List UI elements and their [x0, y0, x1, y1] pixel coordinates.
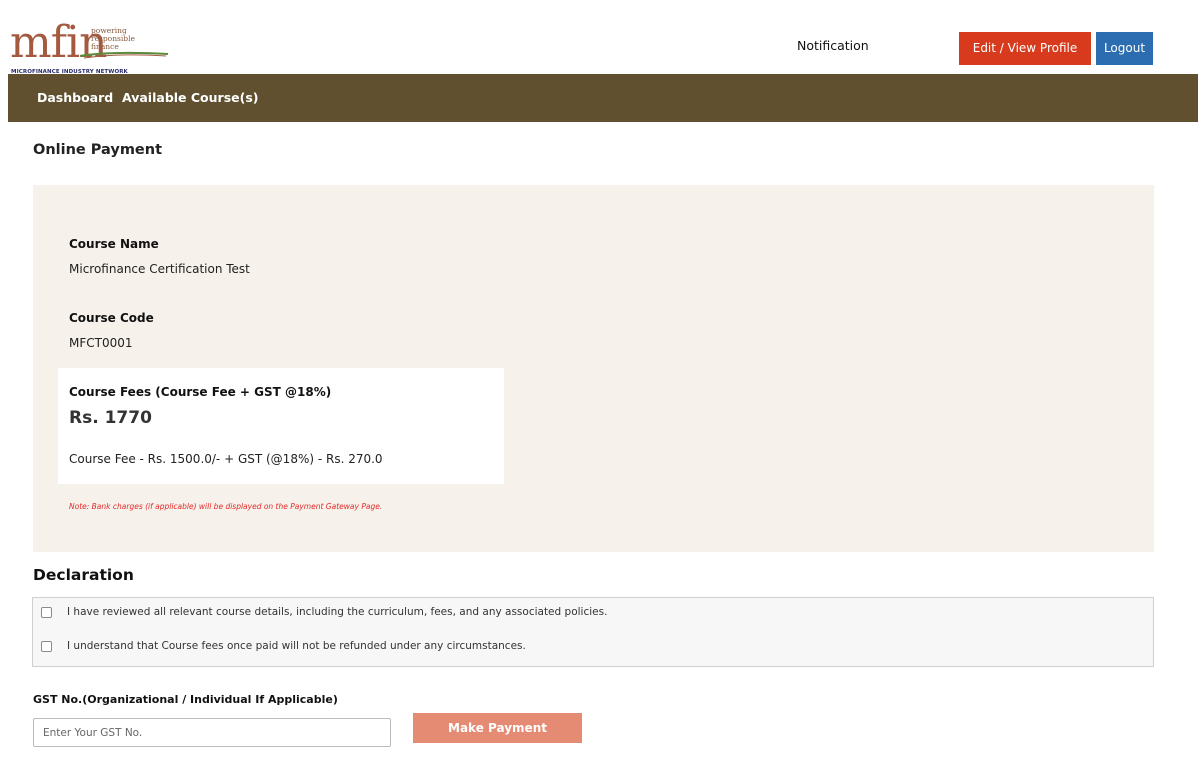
- declaration-text: I understand that Course fees once paid …: [67, 640, 526, 652]
- logo-swoosh-icon: [80, 51, 168, 59]
- course-fees-breakdown: Course Fee - Rs. 1500.0/- + GST (@18%) -…: [69, 452, 383, 466]
- logout-button[interactable]: Logout: [1096, 32, 1153, 65]
- nav-item-dashboard[interactable]: Dashboard: [37, 90, 113, 105]
- mfin-logo[interactable]: mfin powering responsible finance MICROF…: [10, 21, 180, 75]
- main-nav: Dashboard Available Course(s): [8, 74, 1198, 122]
- course-name-label: Course Name: [69, 237, 159, 251]
- course-fees-label: Course Fees (Course Fee + GST @18%): [69, 385, 332, 399]
- course-fees-amount: Rs. 1770: [69, 408, 152, 428]
- header: mfin powering responsible finance MICROF…: [8, 10, 1198, 75]
- gst-label: GST No.(Organizational / Individual If A…: [33, 693, 338, 706]
- course-code-value: MFCT0001: [69, 336, 133, 350]
- course-name-value: Microfinance Certification Test: [69, 262, 250, 276]
- course-code-label: Course Code: [69, 311, 154, 325]
- course-info-panel: Course Name Microfinance Certification T…: [33, 185, 1154, 552]
- notification-link[interactable]: Notification: [797, 38, 869, 53]
- bank-charges-note: Note: Bank charges (if applicable) will …: [69, 502, 383, 511]
- page-title: Online Payment: [33, 142, 163, 158]
- declaration-checkbox[interactable]: [41, 607, 52, 618]
- edit-profile-button[interactable]: Edit / View Profile: [959, 32, 1091, 65]
- nav-item-available-courses[interactable]: Available Course(s): [122, 90, 259, 105]
- logo-tagline: powering responsible finance: [91, 27, 135, 51]
- declaration-box: I have reviewed all relevant course deta…: [32, 597, 1154, 667]
- declaration-checkbox[interactable]: [41, 641, 52, 652]
- gst-input[interactable]: [33, 718, 391, 747]
- make-payment-button[interactable]: Make Payment: [413, 713, 582, 743]
- logo-tagline-line: finance: [91, 42, 119, 51]
- declaration-title: Declaration: [33, 566, 134, 584]
- declaration-text: I have reviewed all relevant course deta…: [67, 606, 608, 618]
- course-fees-box: Course Fees (Course Fee + GST @18%) Rs. …: [58, 368, 504, 484]
